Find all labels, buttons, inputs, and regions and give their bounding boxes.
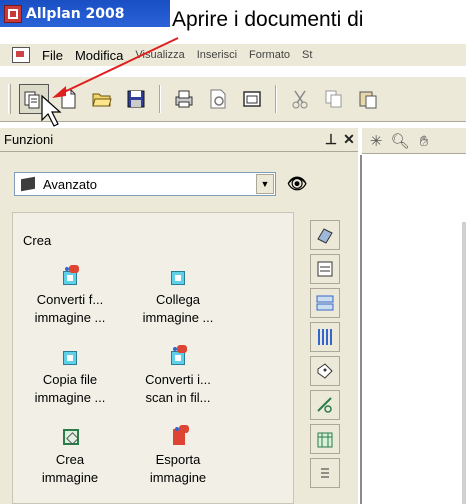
zoom-icon[interactable]: 🔍︎ — [390, 131, 410, 151]
image-copy-icon — [59, 345, 81, 367]
open-folder-icon — [92, 93, 112, 107]
strip-3d-button[interactable] — [310, 220, 340, 250]
allplan-app-icon — [4, 4, 22, 23]
module-dropdown[interactable]: Avanzato ▼ — [14, 172, 276, 196]
toolbar-separator — [275, 85, 277, 113]
hatch-icon — [316, 295, 334, 311]
crea-panel: Crea Converti f... immagine ... Collega … — [12, 212, 294, 504]
stairs-icon — [321, 468, 329, 478]
view-toolbar: ✳ 🔍︎ ✋︎ — [362, 128, 466, 154]
strip-label-button[interactable] — [310, 356, 340, 386]
document-icon[interactable] — [12, 47, 30, 63]
paste-icon — [359, 91, 377, 109]
functions-palette: Avanzato ▼ 👁︎ Crea Converti f... immagin… — [0, 152, 358, 504]
view-frame-edge — [462, 222, 466, 504]
menu-visualizza[interactable]: Visualizza — [129, 49, 190, 61]
image-convert-icon — [59, 265, 81, 287]
menu-bar: File Modifica Visualizza Inserisci Forma… — [0, 44, 466, 66]
close-icon[interactable]: ✕ — [340, 131, 358, 148]
menu-modifica[interactable]: Modifica — [69, 48, 129, 63]
chevron-down-icon[interactable]: ▼ — [256, 174, 274, 194]
image-export-icon — [167, 425, 189, 447]
solid-icon — [317, 228, 333, 244]
strip-bottom-button[interactable] — [310, 458, 340, 488]
image-create-icon — [59, 425, 81, 447]
title-bar: Allplan 2008 — [0, 0, 170, 27]
menu-inserisci[interactable]: Inserisci — [191, 49, 243, 61]
menu-formato[interactable]: Formato — [243, 49, 296, 61]
palette-title: Funzioni — [4, 132, 54, 147]
cut-icon — [292, 90, 308, 109]
image-link-icon — [167, 265, 189, 287]
print-icon — [175, 90, 193, 108]
text-icon — [317, 261, 333, 277]
strip-facade-button[interactable] — [310, 424, 340, 454]
cube-icon — [19, 176, 39, 192]
group-label: Crea — [23, 233, 52, 248]
window-title: Allplan 2008 — [26, 5, 125, 22]
toolbar-separator — [159, 85, 161, 113]
menu-st[interactable]: St — [296, 49, 318, 61]
function-converti-file[interactable]: Converti f... immagine ... — [15, 265, 125, 327]
asterisk-icon[interactable]: ✳ — [366, 131, 386, 151]
open-project-button[interactable] — [19, 84, 49, 114]
binoculars-icon[interactable]: 👁︎ — [286, 174, 308, 194]
tool-strip — [298, 214, 354, 504]
cut-button[interactable] — [285, 84, 315, 114]
new-document-button[interactable] — [53, 84, 83, 114]
print-preview-button[interactable] — [203, 84, 233, 114]
toolbar-grip[interactable] — [8, 84, 11, 114]
function-esporta-immagine[interactable]: Esporta immagine — [123, 425, 233, 487]
copy-button[interactable] — [319, 84, 349, 114]
palette-header: Funzioni ⊥ ✕ — [0, 128, 358, 152]
function-collega-immagine[interactable]: Collega immagine ... — [123, 265, 233, 327]
copy-icon — [325, 90, 342, 108]
strip-hatch-button[interactable] — [310, 288, 340, 318]
save-icon — [127, 90, 145, 108]
paste-button[interactable] — [353, 84, 383, 114]
column-icon — [318, 329, 332, 345]
menu-file[interactable]: File — [36, 48, 69, 63]
facade-icon — [317, 432, 333, 448]
dropdown-value: Avanzato — [43, 176, 97, 192]
new-document-icon — [61, 89, 76, 109]
window-icon — [243, 91, 261, 107]
strip-text-button[interactable] — [310, 254, 340, 284]
tag-icon — [317, 363, 333, 379]
scan-convert-icon — [167, 345, 189, 367]
open-folder-button[interactable] — [87, 84, 117, 114]
strip-column-button[interactable] — [310, 322, 340, 352]
drawing-view[interactable] — [360, 155, 466, 504]
function-copia-file[interactable]: Copia file immagine ... — [15, 345, 125, 407]
print-button[interactable] — [169, 84, 199, 114]
annotation-label: Aprire i documenti di — [172, 8, 374, 32]
pin-icon[interactable]: ⊥ — [322, 131, 340, 148]
pan-hand-icon[interactable]: ✋︎ — [414, 131, 434, 151]
window-button[interactable] — [237, 84, 267, 114]
standard-toolbar — [0, 76, 466, 122]
measure-icon — [317, 397, 332, 413]
function-crea-immagine[interactable]: Crea immagine — [15, 425, 125, 487]
open-project-icon — [24, 91, 40, 109]
print-preview-icon — [210, 89, 226, 109]
strip-measure-button[interactable] — [310, 390, 340, 420]
function-converti-scan[interactable]: Converti i... scan in fil... — [123, 345, 233, 407]
save-button[interactable] — [121, 84, 151, 114]
